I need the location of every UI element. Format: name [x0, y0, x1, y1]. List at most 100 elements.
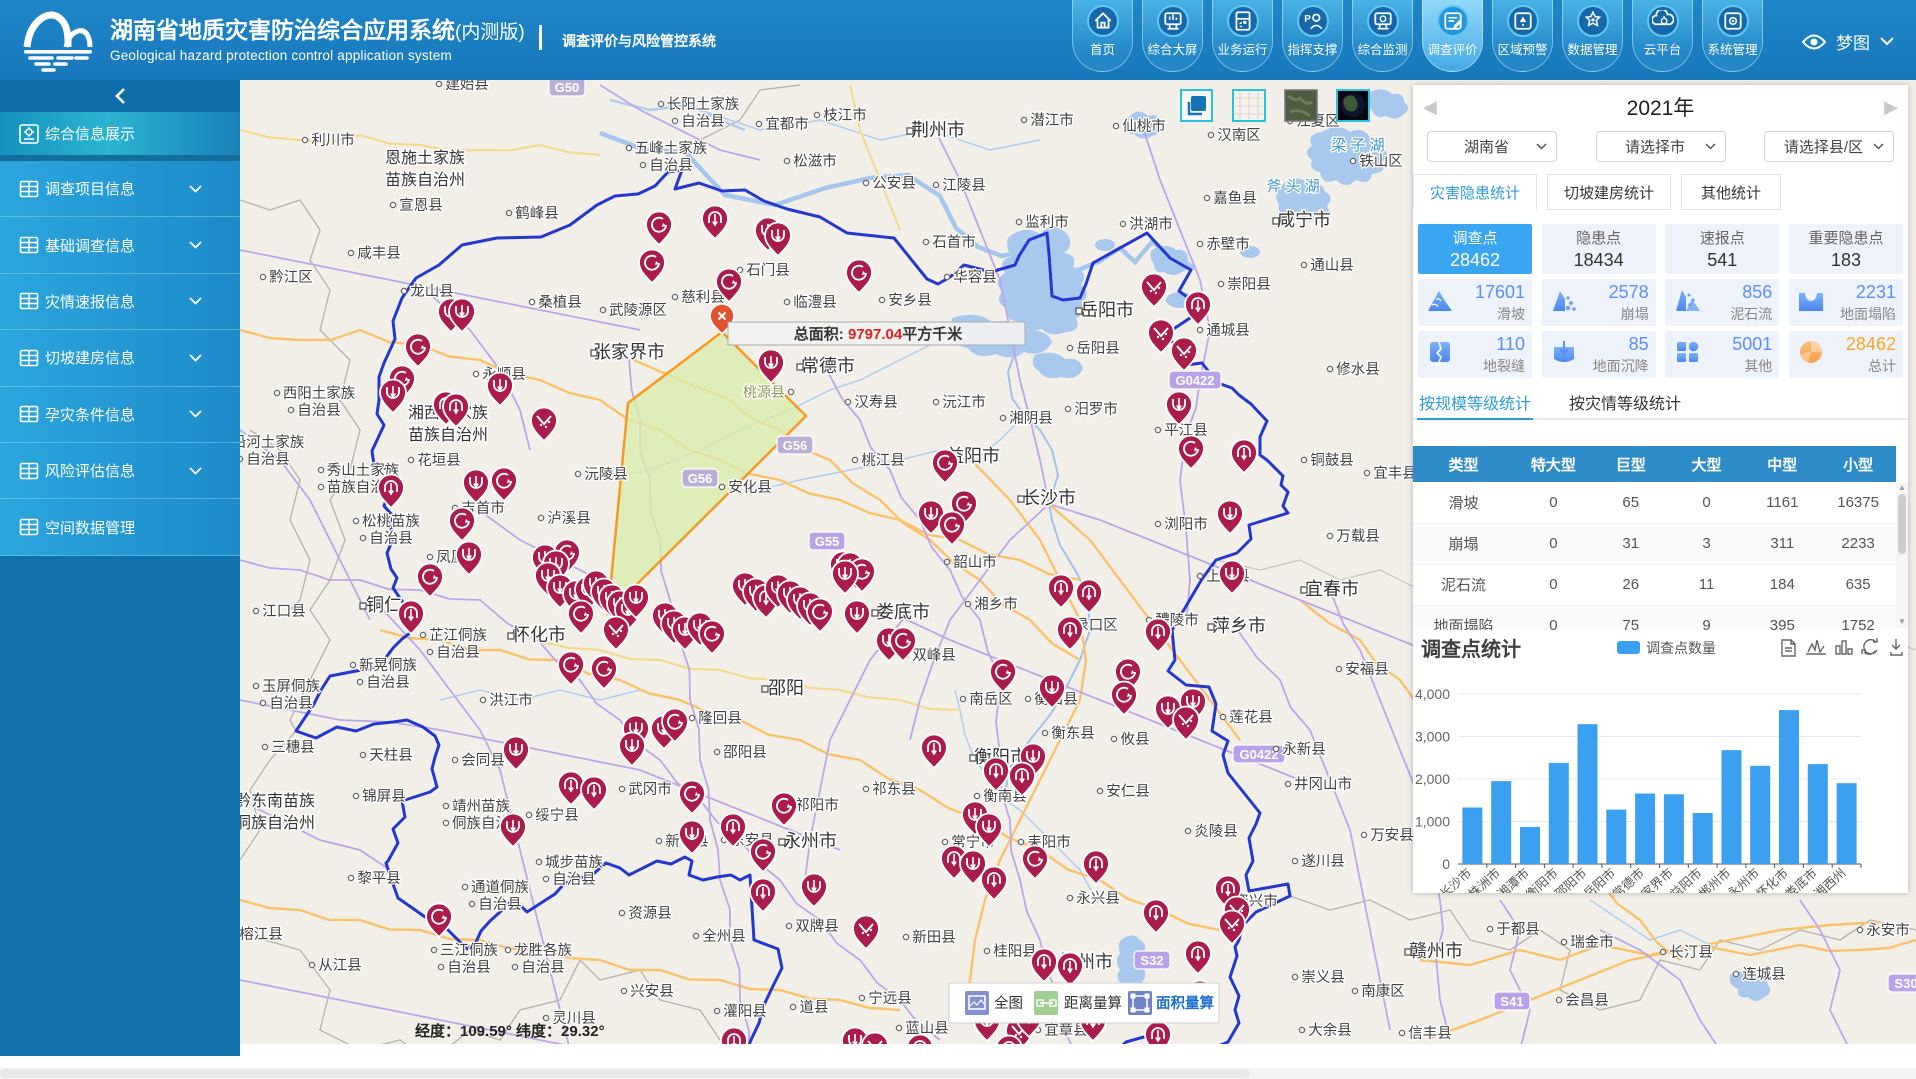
svg-text:永新县: 永新县: [1282, 741, 1326, 758]
svg-text:经度：109.59° 纬度：29.32°: 经度：109.59° 纬度：29.32°: [415, 1022, 605, 1040]
svg-text:瑞金市: 瑞金市: [1570, 934, 1614, 951]
svg-text:自治县: 自治县: [297, 402, 341, 419]
svg-text:面积量算: 面积量算: [1156, 994, 1214, 1012]
svg-text:于都县: 于都县: [1496, 921, 1540, 938]
svg-text:双牌县: 双牌县: [795, 918, 839, 935]
svg-text:韶山市: 韶山市: [953, 554, 997, 571]
svg-text:铁山区: 铁山区: [1359, 153, 1403, 170]
svg-text:攸县: 攸县: [1121, 731, 1150, 748]
svg-text:洪江市: 洪江市: [489, 692, 533, 709]
svg-text:调查点数量: 调查点数量: [1646, 640, 1716, 656]
svg-text:G56: G56: [688, 471, 713, 486]
svg-text:双峰县: 双峰县: [912, 647, 956, 664]
svg-text:汨罗市: 汨罗市: [1074, 401, 1118, 418]
svg-text:1,000: 1,000: [1415, 814, 1450, 830]
svg-text:长汀县: 长汀县: [1669, 944, 1713, 961]
svg-text:龙胜各族: 龙胜各族: [514, 942, 572, 959]
svg-text:苗族自治州: 苗族自治州: [385, 171, 465, 189]
svg-text:长阳土家族: 长阳土家族: [667, 96, 740, 113]
svg-text:莲花县: 莲花县: [1229, 709, 1273, 726]
svg-text:临澧县: 临澧县: [793, 294, 837, 311]
svg-text:炎陵县: 炎陵县: [1194, 823, 1238, 840]
svg-text:南康区: 南康区: [1361, 983, 1405, 1000]
svg-text:华容县: 华容县: [953, 269, 997, 286]
svg-text:道县: 道县: [800, 999, 829, 1016]
svg-text:0: 0: [1442, 856, 1450, 872]
svg-text:西阳土家族: 西阳土家族: [283, 385, 356, 402]
svg-text:五峰土家族: 五峰土家族: [635, 140, 708, 157]
svg-text:宜都市: 宜都市: [765, 116, 809, 133]
svg-text:黎平县: 黎平县: [357, 870, 401, 887]
svg-text:侗族自治州: 侗族自治州: [240, 814, 315, 832]
svg-text:隆回县: 隆回县: [698, 710, 742, 727]
svg-text:G55: G55: [815, 534, 840, 549]
svg-text:2,000: 2,000: [1415, 771, 1450, 787]
svg-text:监利市: 监利市: [1025, 214, 1069, 231]
svg-text:汉寿县: 汉寿县: [854, 394, 898, 411]
svg-text:靖州苗族: 靖州苗族: [452, 798, 510, 815]
svg-text:龙山县: 龙山县: [410, 283, 454, 300]
svg-text:宜丰县: 宜丰县: [1373, 465, 1417, 482]
svg-text:嘉鱼县: 嘉鱼县: [1213, 189, 1257, 207]
svg-text:湘阴县: 湘阴县: [1009, 410, 1053, 427]
svg-text:自治县: 自治县: [681, 113, 725, 130]
svg-text:洪湖市: 洪湖市: [1129, 216, 1173, 233]
svg-text:公安县: 公安县: [872, 175, 916, 192]
svg-text:安仁县: 安仁县: [1106, 783, 1150, 800]
svg-text:连城县: 连城县: [1742, 966, 1786, 983]
svg-text:安化县: 安化县: [728, 479, 772, 496]
svg-text:岳阳县: 岳阳县: [1076, 340, 1120, 357]
svg-text:鹤峰县: 鹤峰县: [515, 205, 559, 222]
svg-text:会同县: 会同县: [461, 752, 505, 769]
svg-text:萍乡市: 萍乡市: [1212, 616, 1266, 636]
svg-text:潜江市: 潜江市: [1030, 112, 1074, 129]
svg-text:咸丰县: 咸丰县: [357, 245, 401, 262]
svg-text:信丰县: 信丰县: [1408, 1025, 1452, 1042]
svg-text:娄底市: 娄底市: [876, 602, 930, 622]
svg-text:锦屏县: 锦屏县: [362, 788, 406, 805]
svg-text:自治县: 自治县: [649, 157, 693, 174]
svg-text:仙桃市: 仙桃市: [1122, 118, 1166, 135]
svg-text:利川市: 利川市: [311, 132, 355, 149]
svg-text:桃江县: 桃江县: [861, 452, 905, 469]
svg-text:自治县: 自治县: [478, 896, 522, 913]
svg-text:通山县: 通山县: [1310, 257, 1354, 274]
svg-text:大余县: 大余县: [1308, 1021, 1352, 1039]
svg-text:祁阳市: 祁阳市: [795, 797, 839, 814]
svg-text:总面积: 9797.04平方千米: 总面积: 9797.04平方千米: [794, 325, 963, 343]
svg-text:三江侗族: 三江侗族: [440, 942, 498, 959]
svg-text:三穗县: 三穗县: [271, 739, 315, 756]
svg-text:黔江区: 黔江区: [269, 269, 313, 286]
svg-text:慈利县: 慈利县: [681, 289, 725, 306]
svg-text:衡东县: 衡东县: [1051, 725, 1095, 742]
svg-text:自治县: 自治县: [436, 644, 480, 661]
svg-text:长沙市: 长沙市: [1022, 488, 1076, 508]
svg-text:玉屏侗族: 玉屏侗族: [262, 678, 320, 695]
svg-text:崇义县: 崇义县: [1301, 969, 1345, 986]
svg-text:井冈山市: 井冈山市: [1294, 776, 1352, 793]
svg-text:浏阳市: 浏阳市: [1164, 516, 1208, 533]
svg-text:城步苗族: 城步苗族: [545, 854, 603, 871]
svg-text:梁 子 湖: 梁 子 湖: [1331, 137, 1384, 154]
svg-text:赤壁市: 赤壁市: [1206, 236, 1250, 253]
svg-text:自治县: 自治县: [269, 695, 313, 712]
svg-text:沅陵县: 沅陵县: [584, 466, 628, 483]
svg-text:蓝山县: 蓝山县: [905, 1020, 949, 1037]
svg-text:安福县: 安福县: [1345, 661, 1389, 678]
svg-text:松桃苗族: 松桃苗族: [362, 513, 420, 530]
svg-text:铜仁: 铜仁: [366, 595, 402, 615]
svg-text:通城县: 通城县: [1206, 322, 1250, 339]
svg-text:南岳区: 南岳区: [969, 691, 1013, 708]
svg-text:S30: S30: [1894, 976, 1916, 991]
svg-text:距离量算: 距离量算: [1064, 995, 1122, 1012]
svg-text:黔东南苗族: 黔东南苗族: [240, 792, 315, 810]
svg-text:永安市: 永安市: [1866, 922, 1910, 939]
svg-text:宣恩县: 宣恩县: [399, 197, 443, 214]
svg-text:桃源县: 桃源县: [743, 384, 785, 400]
svg-text:建始县: 建始县: [445, 80, 489, 93]
svg-text:自治县: 自治县: [521, 959, 565, 976]
svg-text:怀化市: 怀化市: [512, 625, 566, 645]
svg-text:自治县: 自治县: [447, 959, 491, 976]
svg-text:绥宁县: 绥宁县: [535, 807, 579, 824]
svg-text:S41: S41: [1500, 994, 1523, 1009]
